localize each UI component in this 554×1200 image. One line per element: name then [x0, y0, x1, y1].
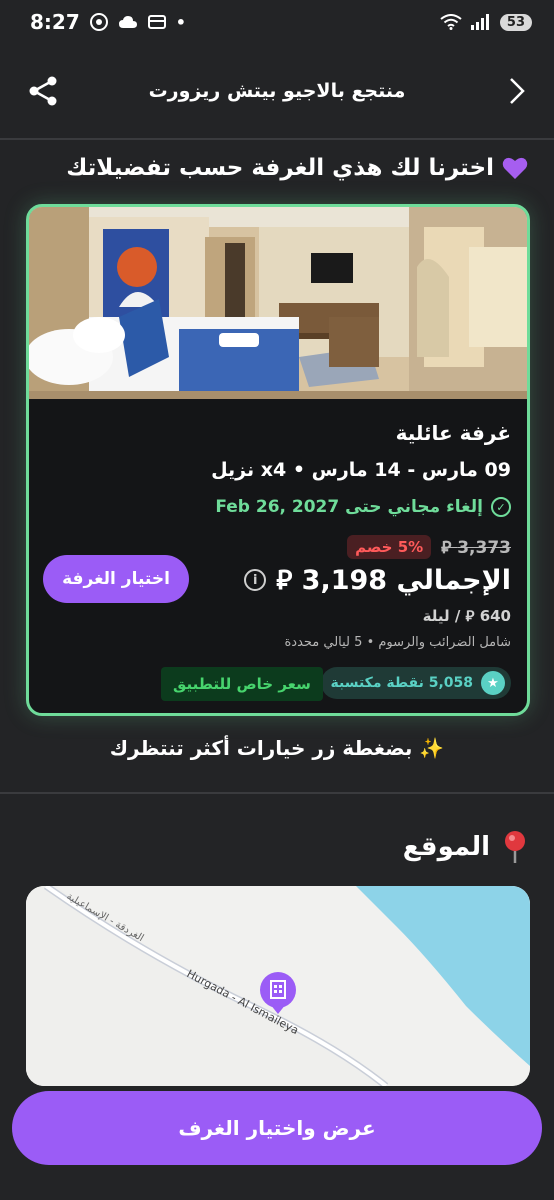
- location-heading: الموقع: [403, 830, 528, 864]
- total-price-row: الإجمالي 3,198 ⃁ i: [244, 563, 511, 597]
- status-right: 53: [440, 13, 532, 31]
- signal-icon: [470, 14, 489, 30]
- battery-indicator: 53: [499, 13, 532, 31]
- room-card[interactable]: غرفة عائلية 09 مارس - 14 مارس • x4 نزيل …: [26, 204, 530, 716]
- wallet-icon: [147, 15, 166, 29]
- cancellation-text: إلغاء مجاني حتى Feb 26, 2027: [215, 497, 483, 517]
- recommendation-text: اخترنا لك هذي الغرفة حسب تفضيلاتك: [66, 155, 494, 181]
- app-header: منتجع بالاجيو بيتش ريزورت: [0, 60, 554, 122]
- cloud-icon: [118, 16, 137, 28]
- room-dates: 09 مارس - 14 مارس • x4 نزيل: [211, 459, 511, 481]
- notification-icons: •: [89, 12, 186, 32]
- page-title: منتجع بالاجيو بيتش ريزورت: [148, 80, 406, 102]
- total-price: الإجمالي 3,198 ⃁: [276, 565, 511, 596]
- pin-icon: [505, 831, 525, 863]
- status-left: 8:27 •: [30, 10, 186, 34]
- app-price-badge: سعر خاص للتطبيق: [161, 667, 323, 701]
- free-cancellation: ✓ إلغاء مجاني حتى Feb 26, 2027: [215, 497, 511, 517]
- room-photo: [29, 207, 527, 399]
- dot-icon: •: [175, 12, 186, 32]
- wifi-icon: [440, 14, 462, 30]
- status-bar: 8:27 • 53: [0, 0, 554, 44]
- more-options-text: ✨ بضغطة زر خيارات أكثر تنتظرك: [109, 736, 445, 760]
- header-divider: [0, 138, 554, 140]
- points-badge: ★ 5,058 نقطة مكتسبة: [320, 667, 511, 699]
- check-circle-icon: ✓: [491, 497, 511, 517]
- price-per-night: 640 ⃁ / ليلة: [422, 607, 511, 625]
- section-divider: [0, 792, 554, 794]
- status-time: 8:27: [30, 10, 80, 34]
- taxes-note: شامل الضرائب والرسوم • 5 ليالي محددة: [284, 635, 511, 650]
- purple-heart-icon: [502, 157, 528, 179]
- chrome-icon: [89, 13, 108, 31]
- view-rooms-button[interactable]: عرض واختيار الغرف: [12, 1091, 542, 1165]
- location-title: الموقع: [402, 832, 490, 862]
- discount-badge: 5% خصم: [347, 535, 432, 559]
- chevron-right-icon[interactable]: [506, 76, 528, 106]
- choose-room-button[interactable]: اختيار الغرفة: [43, 555, 189, 603]
- map-canvas: Hurgada - Al Ismaileya الغردقة - الإسماع…: [26, 886, 530, 1086]
- home-indicator: [0, 1178, 554, 1200]
- original-price-row: 3,373 ⃁ 5% خصم: [347, 535, 511, 559]
- star-icon: ★: [481, 671, 505, 695]
- room-name: غرفة عائلية: [395, 421, 511, 445]
- recommendation-heading: اخترنا لك هذي الغرفة حسب تفضيلاتك: [66, 155, 528, 181]
- original-price: 3,373 ⃁: [441, 538, 511, 558]
- points-text: 5,058 نقطة مكتسبة: [330, 675, 473, 691]
- location-map[interactable]: Hurgada - Al Ismaileya الغردقة - الإسماع…: [26, 886, 530, 1086]
- share-icon[interactable]: [26, 74, 60, 108]
- info-icon[interactable]: i: [244, 569, 267, 591]
